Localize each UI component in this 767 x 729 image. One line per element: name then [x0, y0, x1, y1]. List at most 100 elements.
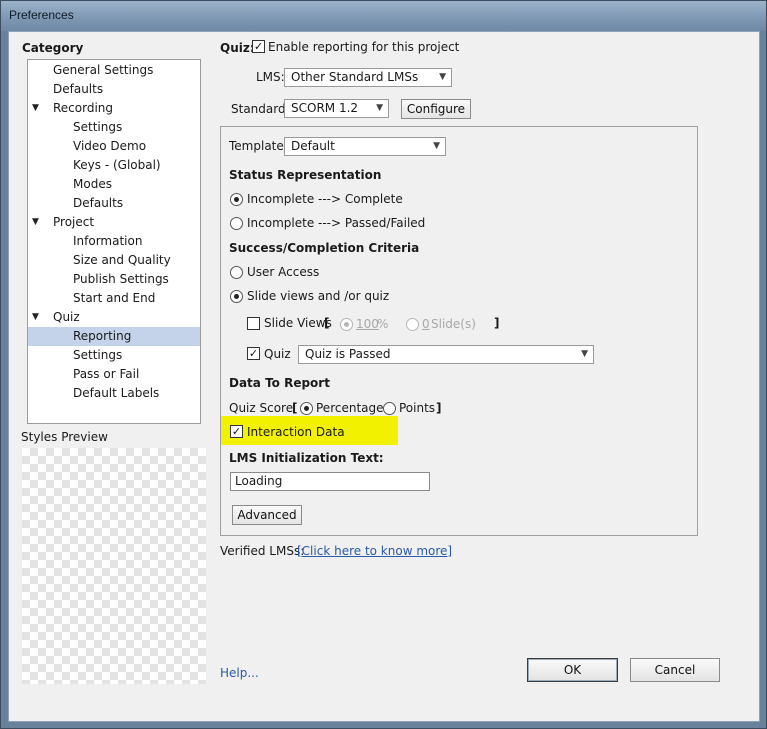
- check-icon: ✓: [253, 40, 264, 53]
- standard-select[interactable]: SCORM 1.2 ▼: [284, 99, 389, 118]
- user-access-label: User Access: [247, 265, 320, 279]
- tree-item-label: Reporting: [73, 329, 132, 343]
- tree-item-label: Settings: [73, 348, 123, 362]
- expand-triangle-icon[interactable]: ▼: [32, 99, 39, 117]
- tree-item-label: Information: [73, 234, 143, 248]
- lms-select[interactable]: Other Standard LMSs ▼: [284, 68, 452, 87]
- user-access-radio[interactable]: [230, 266, 243, 279]
- interaction-data-checkbox[interactable]: ✓: [230, 425, 243, 438]
- cancel-button[interactable]: Cancel: [630, 658, 720, 682]
- tree-item-information[interactable]: Information: [28, 232, 200, 251]
- interaction-data-label: Interaction Data: [247, 425, 345, 439]
- slide-views-label: Slide Views: [264, 316, 332, 330]
- slide-views-slides-radio[interactable]: [406, 318, 419, 331]
- verified-lms-link[interactable]: [Click here to know more]: [297, 544, 452, 558]
- tree-item-settings[interactable]: Settings: [28, 346, 200, 365]
- status-incomplete-passed-failed-radio[interactable]: [230, 217, 243, 230]
- tree-item-label: Publish Settings: [73, 272, 169, 286]
- ok-button[interactable]: OK: [527, 658, 618, 682]
- tree-item-start-and-end[interactable]: Start and End: [28, 289, 200, 308]
- lms-label: LMS:: [256, 70, 285, 84]
- tree-item-label: Quiz: [53, 310, 80, 324]
- slide-views-percent-radio[interactable]: [340, 318, 353, 331]
- tree-item-default-labels[interactable]: Default Labels: [28, 384, 200, 403]
- quiz-criteria-checkbox[interactable]: ✓: [247, 347, 260, 360]
- tree-item-pass-or-fail[interactable]: Pass or Fail: [28, 365, 200, 384]
- chevron-down-icon: ▼: [376, 103, 383, 113]
- slide-views-bracket-close: ]: [494, 316, 500, 330]
- status-incomplete-complete-label: Incomplete ---> Complete: [247, 192, 403, 206]
- tree-item-label: Default Labels: [73, 386, 160, 400]
- dialog-body: Category General Settings Defaults ▼ Record…: [8, 31, 760, 722]
- slide-views-slides-unit: Slide(s): [431, 317, 476, 331]
- category-heading: Category: [22, 41, 84, 55]
- lms-select-value: Other Standard LMSs: [291, 70, 419, 84]
- tree-item-defaults[interactable]: Defaults: [28, 80, 200, 99]
- template-select[interactable]: Default ▼: [284, 137, 446, 156]
- window-title: Preferences: [9, 8, 74, 22]
- tree-item-label: Defaults: [53, 82, 104, 96]
- slide-views-or-quiz-radio[interactable]: [230, 290, 243, 303]
- percentage-label: Percentage: [316, 401, 384, 415]
- quiz-score-label: Quiz Score: [229, 401, 294, 415]
- tree-item-defaults[interactable]: Defaults: [28, 194, 200, 213]
- quiz-label: Quiz:: [220, 41, 255, 55]
- tree-item-label: Project: [53, 215, 95, 229]
- quiz-criteria-label: Quiz: [264, 347, 291, 361]
- slide-views-checkbox[interactable]: [247, 317, 260, 330]
- tree-item-project[interactable]: ▼ Project: [28, 213, 200, 232]
- tree-item-label: Video Demo: [73, 139, 147, 153]
- tree-item-modes[interactable]: Modes: [28, 175, 200, 194]
- points-radio[interactable]: [383, 402, 396, 415]
- standard-label: Standard:: [231, 102, 290, 116]
- tree-item-publish-settings[interactable]: Publish Settings: [28, 270, 200, 289]
- status-incomplete-passed-failed-label: Incomplete ---> Passed/Failed: [247, 216, 426, 230]
- status-incomplete-complete-radio[interactable]: [230, 193, 243, 206]
- tree-item-recording[interactable]: ▼ Recording: [28, 99, 200, 118]
- tree-item-label: Defaults: [73, 196, 124, 210]
- tree-item-size-and-quality[interactable]: Size and Quality: [28, 251, 200, 270]
- criteria-heading: Success/Completion Criteria: [229, 241, 420, 255]
- status-representation-heading: Status Representation: [229, 168, 382, 182]
- title-bar[interactable]: Preferences: [1, 1, 766, 31]
- quiz-criteria-select-value: Quiz is Passed: [305, 347, 391, 361]
- quiz-score-bracket-open: [: [292, 401, 298, 415]
- template-select-value: Default: [291, 139, 335, 153]
- slide-views-percent-unit: %: [377, 317, 389, 331]
- lms-init-input[interactable]: Loading: [230, 472, 430, 491]
- chevron-down-icon: ▼: [581, 349, 588, 359]
- help-link[interactable]: Help...: [220, 666, 259, 680]
- slide-views-bracket-open: [: [324, 316, 330, 330]
- quiz-score-bracket-close: ]: [436, 401, 442, 415]
- tree-item-video-demo[interactable]: Video Demo: [28, 137, 200, 156]
- tree-item-label: Keys - (Global): [73, 158, 161, 172]
- slide-views-or-quiz-label: Slide views and /or quiz: [247, 289, 390, 303]
- slide-views-slides-value: 0: [422, 317, 430, 331]
- enable-reporting-checkbox[interactable]: ✓: [252, 40, 265, 53]
- quiz-criteria-select[interactable]: Quiz is Passed ▼: [298, 345, 594, 364]
- slide-views-percent-value: 100: [356, 317, 379, 331]
- tree-item-settings[interactable]: Settings: [28, 118, 200, 137]
- advanced-button[interactable]: Advanced: [232, 505, 302, 525]
- tree-item-reporting[interactable]: Reporting: [28, 327, 200, 346]
- data-to-report-heading: Data To Report: [229, 376, 330, 390]
- tree-item-label: Settings: [73, 120, 123, 134]
- points-label: Points: [399, 401, 436, 415]
- tree-item-general-settings[interactable]: General Settings: [28, 61, 200, 80]
- styles-preview-box: [22, 448, 206, 684]
- configure-button[interactable]: Configure: [401, 99, 471, 119]
- percentage-radio[interactable]: [300, 402, 313, 415]
- tree-item-quiz[interactable]: ▼ Quiz: [28, 308, 200, 327]
- styles-preview-label: Styles Preview: [21, 430, 108, 444]
- expand-triangle-icon[interactable]: ▼: [32, 213, 39, 231]
- category-tree[interactable]: General Settings Defaults ▼ Recording Settin…: [27, 59, 201, 424]
- tree-item-label: Start and End: [73, 291, 156, 305]
- preferences-window: Preferences Category General Settings Def…: [0, 0, 767, 729]
- expand-triangle-icon[interactable]: ▼: [32, 308, 39, 326]
- chevron-down-icon: ▼: [439, 72, 446, 82]
- tree-item-keys-global[interactable]: Keys - (Global): [28, 156, 200, 175]
- check-icon: ✓: [231, 425, 242, 438]
- chevron-down-icon: ▼: [433, 141, 440, 151]
- tree-item-label: Pass or Fail: [73, 367, 140, 381]
- tree-item-label: Modes: [73, 177, 112, 191]
